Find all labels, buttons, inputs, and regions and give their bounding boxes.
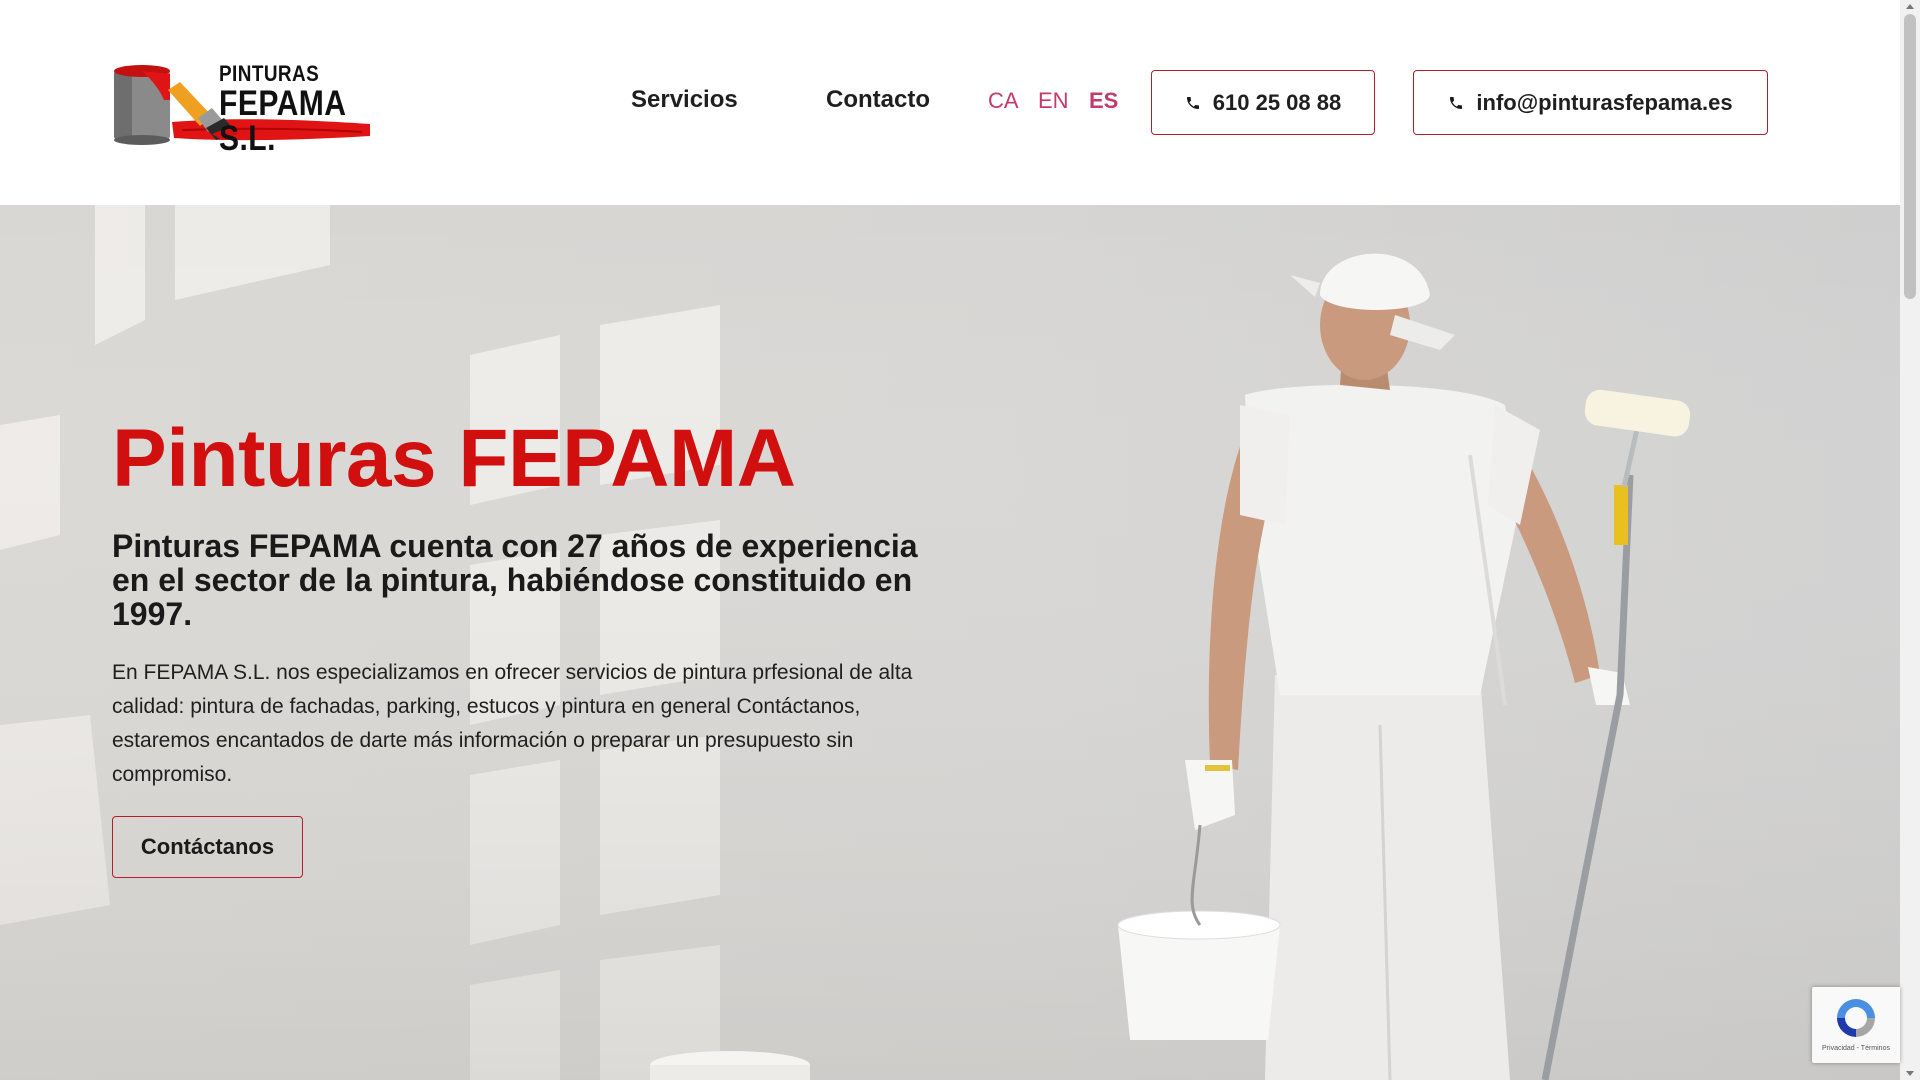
hero-subtitle: Pinturas FEPAMA cuenta con 27 años de ex… — [112, 528, 918, 632]
nav-contacto[interactable]: Contacto — [826, 86, 930, 114]
scroll-thumb[interactable] — [1904, 14, 1916, 299]
phone-icon — [1186, 96, 1199, 109]
contact-cta-button[interactable]: Contáctanos — [112, 816, 303, 878]
scroll-up-arrow-icon[interactable] — [1906, 4, 1914, 9]
hero-title: Pinturas FEPAMA — [112, 413, 796, 504]
hero-background-image — [0, 205, 1900, 1080]
recaptcha-terms: Privacidad - Términos — [1822, 1045, 1890, 1052]
language-es[interactable]: ES — [1089, 88, 1118, 114]
recaptcha-badge[interactable]: Privacidad - Términos — [1812, 987, 1900, 1063]
logo-wordmark: PINTURAS FEPAMA S.L. — [219, 61, 351, 158]
language-ca[interactable]: CA — [988, 88, 1019, 114]
phone-number: 610 25 08 88 — [1212, 89, 1342, 115]
scroll-down-arrow-icon[interactable] — [1906, 1071, 1914, 1076]
hero-description: En FEPAMA S.L. nos especializamos en ofr… — [112, 661, 913, 786]
phone-button[interactable]: 610 25 08 88 — [1151, 70, 1375, 135]
logo-line-2: FEPAMA S.L. — [219, 84, 346, 158]
page-scrollbar[interactable] — [1900, 0, 1920, 1080]
phone-icon — [1450, 96, 1463, 109]
recaptcha-icon — [1837, 999, 1875, 1037]
nav-servicios[interactable]: Servicios — [631, 86, 738, 114]
logo[interactable]: PINTURAS FEPAMA S.L. — [112, 60, 372, 156]
language-en[interactable]: EN — [1038, 88, 1069, 114]
email-button[interactable]: info@pinturasfepama.es — [1413, 70, 1768, 135]
site-header: PINTURAS FEPAMA S.L. Servicios Contacto … — [0, 0, 1900, 205]
hero-section: Pinturas FEPAMA Pinturas FEPAMA cuenta c… — [0, 205, 1900, 1080]
email-address: info@pinturasfepama.es — [1476, 89, 1733, 115]
logo-line-1: PINTURAS — [219, 61, 320, 86]
